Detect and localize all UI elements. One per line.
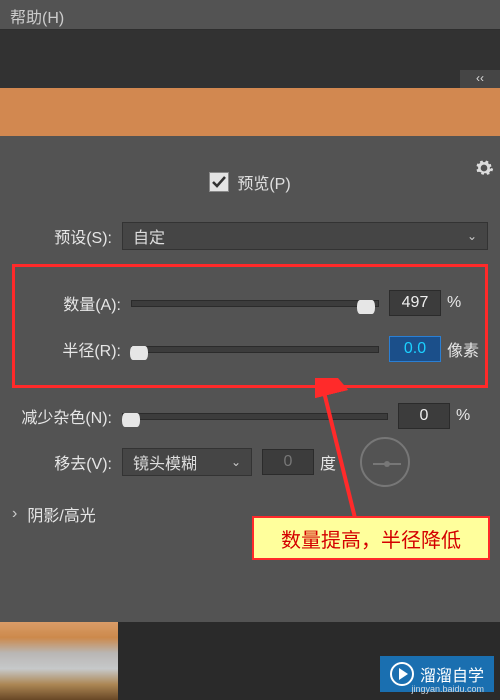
amount-input[interactable]: 497 bbox=[389, 290, 441, 316]
chevron-down-icon: ⌄ bbox=[231, 455, 241, 469]
preview-label: 预览(P) bbox=[237, 170, 290, 194]
shadow-highlight-label: 阴影/高光 bbox=[27, 502, 95, 526]
noise-thumb[interactable] bbox=[122, 413, 140, 427]
radius-slider[interactable] bbox=[131, 346, 379, 353]
noise-unit: % bbox=[456, 407, 488, 425]
radius-label: 半径(R): bbox=[21, 337, 131, 361]
angle-input: 0 bbox=[262, 449, 314, 475]
preset-select[interactable]: 自定 ⌄ bbox=[122, 222, 488, 250]
noise-slider[interactable] bbox=[122, 413, 388, 420]
logo-sub: jingyan.baidu.com bbox=[411, 684, 484, 694]
help-menu[interactable]: 帮助(H) bbox=[10, 10, 64, 27]
annotation-callout: 数量提高，半径降低 bbox=[252, 516, 490, 560]
noise-input[interactable]: 0 bbox=[398, 403, 450, 429]
gear-icon[interactable] bbox=[474, 158, 494, 183]
radius-thumb[interactable] bbox=[130, 346, 148, 360]
remove-row: 移去(V): 镜头模糊 ⌄ 0 度 bbox=[12, 444, 488, 480]
smart-sharpen-panel: 预览(P) 预设(S): 自定 ⌄ 数量(A): 497 % 半径(R): 0.… bbox=[0, 136, 500, 542]
check-icon bbox=[211, 174, 227, 190]
menu-bar: 帮助(H) bbox=[0, 0, 500, 30]
panel-collapse-button[interactable]: ‹‹ bbox=[460, 70, 500, 88]
amount-row: 数量(A): 497 % bbox=[21, 285, 479, 321]
radius-row: 半径(R): 0.0 像素 bbox=[21, 331, 479, 367]
highlight-box: 数量(A): 497 % 半径(R): 0.0 像素 bbox=[12, 264, 488, 388]
play-icon bbox=[390, 662, 414, 686]
preview-row: 预览(P) bbox=[12, 164, 488, 200]
document-tab-strip: ‹‹ bbox=[0, 30, 500, 88]
angle-unit: 度 bbox=[320, 450, 352, 474]
radius-unit: 像素 bbox=[447, 337, 479, 361]
chevron-down-icon: ⌄ bbox=[467, 229, 477, 243]
thumbnail-strip: 溜溜自学 jingyan.baidu.com bbox=[0, 622, 500, 700]
amount-unit: % bbox=[447, 294, 479, 312]
amount-slider[interactable] bbox=[131, 300, 379, 307]
chevron-right-icon: › bbox=[12, 505, 17, 523]
remove-label: 移去(V): bbox=[12, 450, 122, 474]
preset-label: 预设(S): bbox=[12, 224, 122, 248]
radius-input[interactable]: 0.0 bbox=[389, 336, 441, 362]
amount-thumb[interactable] bbox=[357, 300, 375, 314]
noise-label: 减少杂色(N): bbox=[12, 404, 122, 428]
image-canvas-edge bbox=[0, 88, 500, 136]
noise-row: 减少杂色(N): 0 % bbox=[12, 398, 488, 434]
amount-label: 数量(A): bbox=[21, 291, 131, 315]
preset-row: 预设(S): 自定 ⌄ bbox=[12, 218, 488, 254]
logo-text: 溜溜自学 bbox=[420, 662, 484, 686]
angle-dial[interactable] bbox=[360, 437, 410, 487]
remove-value: 镜头模糊 bbox=[133, 450, 197, 474]
image-thumbnail[interactable] bbox=[0, 622, 118, 700]
watermark-logo: 溜溜自学 jingyan.baidu.com bbox=[380, 656, 494, 692]
preview-checkbox[interactable] bbox=[209, 172, 229, 192]
remove-select[interactable]: 镜头模糊 ⌄ bbox=[122, 448, 252, 476]
preset-value: 自定 bbox=[133, 224, 165, 248]
